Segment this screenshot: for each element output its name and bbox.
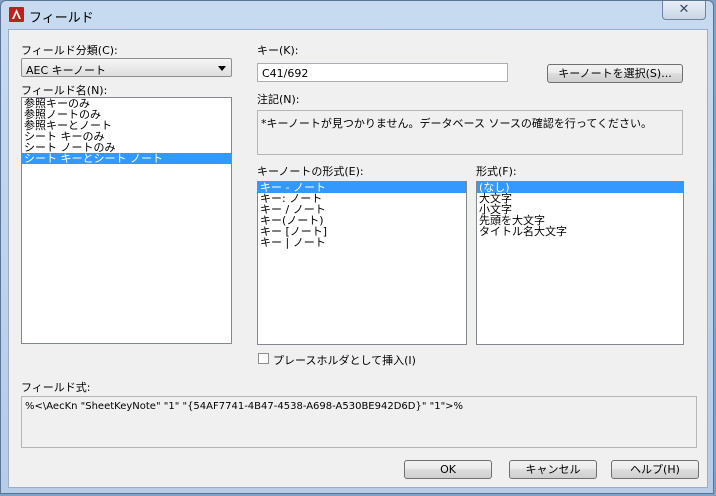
- title-bar[interactable]: フィールド ✕: [1, 1, 715, 29]
- field-expression-label: フィールド式:: [21, 381, 91, 394]
- ok-button[interactable]: OK: [404, 460, 492, 479]
- placeholder-checkbox[interactable]: [258, 353, 269, 364]
- cancel-button[interactable]: キャンセル: [509, 460, 597, 479]
- help-button[interactable]: ヘルプ(H): [611, 460, 699, 479]
- format-list[interactable]: (なし) 大文字 小文字 先頭を大文字 タイトル名大文字: [476, 181, 684, 345]
- dialog-title: フィールド: [29, 11, 94, 26]
- key-value: C41/692: [262, 67, 309, 80]
- field-category-dropdown[interactable]: AEC キーノート: [21, 58, 232, 77]
- field-names-list[interactable]: 参照キーのみ 参照ノートのみ 参照キーとノート シート キーのみ シート ノートのみ シー…: [21, 97, 232, 344]
- select-keynote-button[interactable]: キーノートを選択(S)...: [547, 64, 683, 83]
- chevron-down-icon: [218, 66, 226, 71]
- autocad-app-icon: [9, 7, 24, 22]
- placeholder-checkbox-label[interactable]: プレースホルダとして挿入(I): [273, 352, 416, 368]
- field-expression-value: %<\AecKn "SheetKeyNote" "1" "{54AF7741-4…: [25, 401, 464, 412]
- format-item[interactable]: タイトル名大文字: [477, 226, 683, 237]
- format-label: 形式(F):: [476, 165, 517, 178]
- field-names-label: フィールド名(N):: [21, 84, 108, 97]
- note-value: *キーノートが見つかりません。データベース ソースの確認を行ってください。: [261, 117, 653, 130]
- field-dialog: フィールド ✕ フィールド分類(C): AEC キーノート フィールド名(N):…: [0, 0, 714, 494]
- keynote-format-label: キーノートの形式(E):: [257, 165, 364, 178]
- note-label: 注記(N):: [257, 93, 300, 106]
- field-name-item[interactable]: シート キーとシート ノート: [22, 153, 231, 164]
- dialog-body: フィールド分類(C): AEC キーノート フィールド名(N): 参照キーのみ参…: [8, 29, 708, 488]
- key-input[interactable]: C41/692: [257, 63, 508, 82]
- field-category-value: AEC キーノート: [26, 64, 106, 77]
- keynote-format-item[interactable]: キー | ノート: [258, 237, 466, 248]
- close-icon: ✕: [678, 2, 690, 17]
- keynote-format-list[interactable]: キー - ノート キー: ノート キー / ノート キー(ノート) キー [ノート] キー…: [257, 181, 467, 345]
- key-label: キー(K):: [257, 44, 299, 57]
- field-expression-field: %<\AecKn "SheetKeyNote" "1" "{54AF7741-4…: [21, 396, 697, 448]
- close-button[interactable]: ✕: [662, 1, 706, 20]
- note-field: *キーノートが見つかりません。データベース ソースの確認を行ってください。: [257, 110, 683, 155]
- field-category-label: フィールド分類(C):: [21, 44, 118, 57]
